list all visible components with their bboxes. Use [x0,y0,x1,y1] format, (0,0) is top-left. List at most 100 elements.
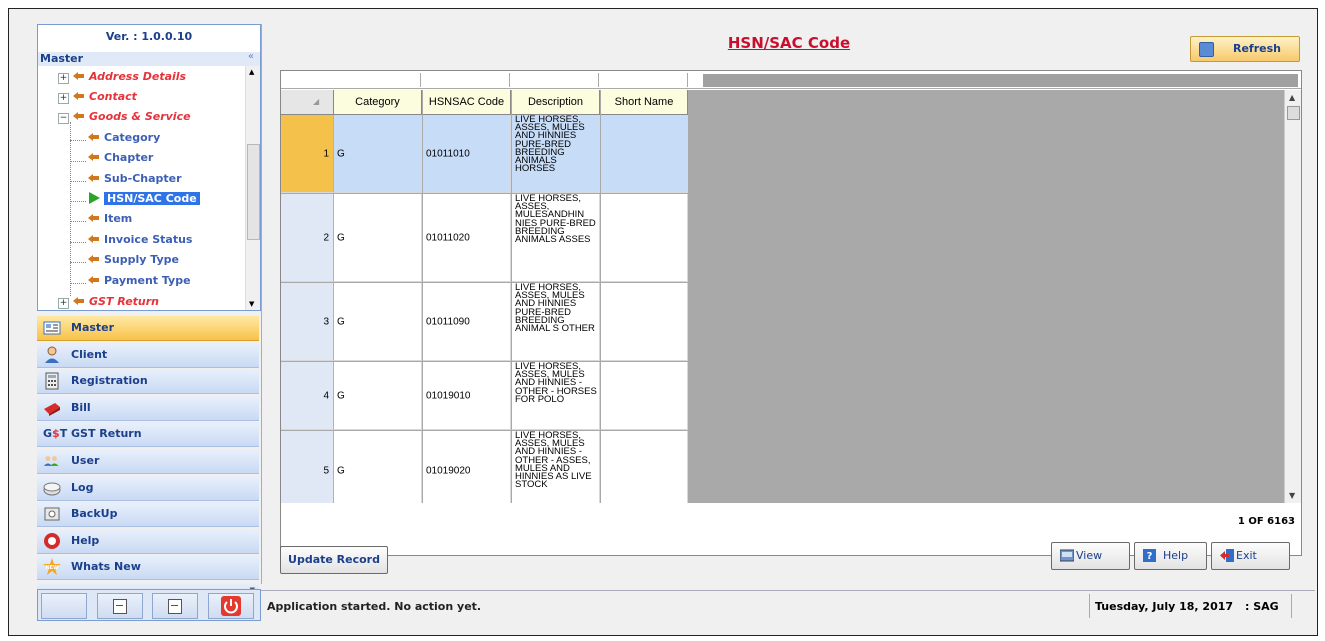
svg-text:?: ? [1147,551,1153,562]
collapse-node-icon[interactable]: − [58,113,69,124]
filter-code[interactable] [422,73,510,87]
column-header-category[interactable]: Category [334,90,422,115]
grid-scrollbar[interactable]: ▲ ▼ [1284,90,1301,503]
row-number[interactable]: 1 [281,115,334,193]
table-row[interactable]: 4 G 01019010 LIVE HORSES, ASSES, MULES A… [281,362,688,430]
tree-item-address-details[interactable]: + Address Details [58,68,186,86]
cell-category[interactable]: G [334,431,422,503]
filter-description[interactable] [511,73,599,87]
tile-horizontal-button[interactable] [97,593,143,619]
tree-scrollbar[interactable]: ▲ ▼ [245,66,260,310]
tree-item-item[interactable]: Item [87,210,132,228]
nav-backup[interactable]: BackUp [37,502,259,528]
cell-category[interactable]: G [334,115,422,193]
view-button[interactable]: View [1051,542,1130,570]
status-message: Application started. No action yet. [267,600,482,613]
cell-short-name[interactable] [601,115,688,193]
nav-bill[interactable]: Bill [37,395,259,421]
update-record-label: Update Record [288,553,380,566]
cell-short-name[interactable] [601,283,688,361]
exit-label: Exit [1236,549,1257,562]
help-button[interactable]: ? Help [1134,542,1207,570]
scroll-up-icon[interactable]: ▲ [1289,93,1295,102]
nav-label: Log [71,480,94,494]
filter-category[interactable] [333,73,421,87]
table-row[interactable]: 1 G 01011010 LIVE HORSES, ASSES, MULES A… [281,115,688,193]
row-number[interactable]: 5 [281,431,334,503]
tree-item-contact[interactable]: + Contact [58,88,137,106]
scroll-up-icon[interactable]: ▲ [249,68,254,76]
nav-label: Client [71,347,108,361]
refresh-button[interactable]: Refresh [1190,36,1300,62]
row-number[interactable]: 3 [281,283,334,361]
cell-category[interactable]: G [334,283,422,361]
collapse-icon[interactable]: « [248,51,254,62]
toolbar-blank-button[interactable] [41,593,87,619]
tree-scroll-thumb[interactable] [247,144,260,240]
node-icon [88,255,99,263]
tree-item-chapter[interactable]: Chapter [87,149,153,167]
node-icon [73,112,84,120]
help-label: Help [1163,549,1189,562]
expand-icon[interactable]: + [58,73,69,84]
column-header-code[interactable]: HSNSAC Code [423,90,511,115]
power-button[interactable] [208,593,254,619]
row-number[interactable]: 4 [281,362,334,430]
exit-button[interactable]: Exit [1211,542,1290,570]
column-header-description[interactable]: Description [512,90,600,115]
nav-registration[interactable]: Registration [37,369,259,395]
cell-description[interactable]: LIVE HORSES, ASSES, MULESANDHIN NIES PUR… [512,194,600,282]
node-icon [88,276,99,284]
nav-user[interactable]: User [37,448,259,474]
cell-short-name[interactable] [601,194,688,282]
expand-icon[interactable]: + [58,93,69,104]
nav-label: User [71,453,100,467]
node-icon [73,297,84,305]
cell-category[interactable]: G [334,362,422,430]
left-panel: Ver. : 1.0.0.10 Master « + Address Detail… [28,24,261,620]
node-icon [88,153,99,161]
grid-scroll-thumb[interactable] [1287,106,1300,120]
tree-item-hsn-sac-code[interactable]: HSN/SAC Code [87,190,200,208]
cell-description[interactable]: LIVE HORSES, ASSES, MULES AND HINNIES PU… [512,115,600,193]
nav-whats-new[interactable]: NEW Whats New [37,555,259,581]
tree-item-gst-return[interactable]: + GST Return [58,293,159,310]
cell-code[interactable]: 01019020 [423,431,511,503]
nav-gst-return[interactable]: G$T GST Return [37,422,259,448]
nav-client[interactable]: Client [37,342,259,368]
tree-item-supply-type[interactable]: Supply Type [87,251,179,269]
nav-log[interactable]: Log [37,475,259,501]
cell-short-name[interactable] [601,431,688,503]
tree-item-sub-chapter[interactable]: Sub-Chapter [87,170,182,188]
cell-code[interactable]: 01011090 [423,283,511,361]
cell-category[interactable]: G [334,194,422,282]
tree-item-payment-type[interactable]: Payment Type [87,272,191,290]
nav-label: GST Return [71,427,142,441]
select-all-corner[interactable]: ◢ [281,90,334,115]
scroll-down-icon[interactable]: ▼ [1289,491,1295,500]
table-row[interactable]: 2 G 01011020 LIVE HORSES, ASSES, MULESAN… [281,194,688,282]
filter-short-name[interactable] [600,73,688,87]
scroll-down-icon[interactable]: ▼ [249,300,254,308]
row-number[interactable]: 2 [281,194,334,282]
column-header-short-name[interactable]: Short Name [601,90,688,115]
cell-description[interactable]: LIVE HORSES, ASSES, MULES AND HINNIES - … [512,362,600,430]
tree-item-goods-service[interactable]: − Goods & Service [58,108,191,126]
cell-code[interactable]: 01019010 [423,362,511,430]
tree-item-invoice-status[interactable]: Invoice Status [87,231,192,249]
expand-icon[interactable]: + [58,298,69,309]
nav-label: Whats New [71,560,141,574]
table-row[interactable]: 5 G 01019020 LIVE HORSES, ASSES, MULES A… [281,431,688,503]
refresh-icon [1199,42,1214,57]
update-record-button[interactable]: Update Record [280,546,388,574]
table-row[interactable]: 3 G 01011090 LIVE HORSES, ASSES, MULES A… [281,283,688,361]
cell-description[interactable]: LIVE HORSES, ASSES, MULES AND HINNIES PU… [512,283,600,361]
nav-master[interactable]: Master [37,316,259,341]
nav-help[interactable]: Help [37,528,259,554]
tree-item-category[interactable]: Category [87,129,160,147]
cell-description[interactable]: LIVE HORSES, ASSES, MULES AND HINNIES - … [512,431,600,503]
tile-vertical-button[interactable] [152,593,198,619]
cell-code[interactable]: 01011010 [423,115,511,193]
cell-short-name[interactable] [601,362,688,430]
cell-code[interactable]: 01011020 [423,194,511,282]
